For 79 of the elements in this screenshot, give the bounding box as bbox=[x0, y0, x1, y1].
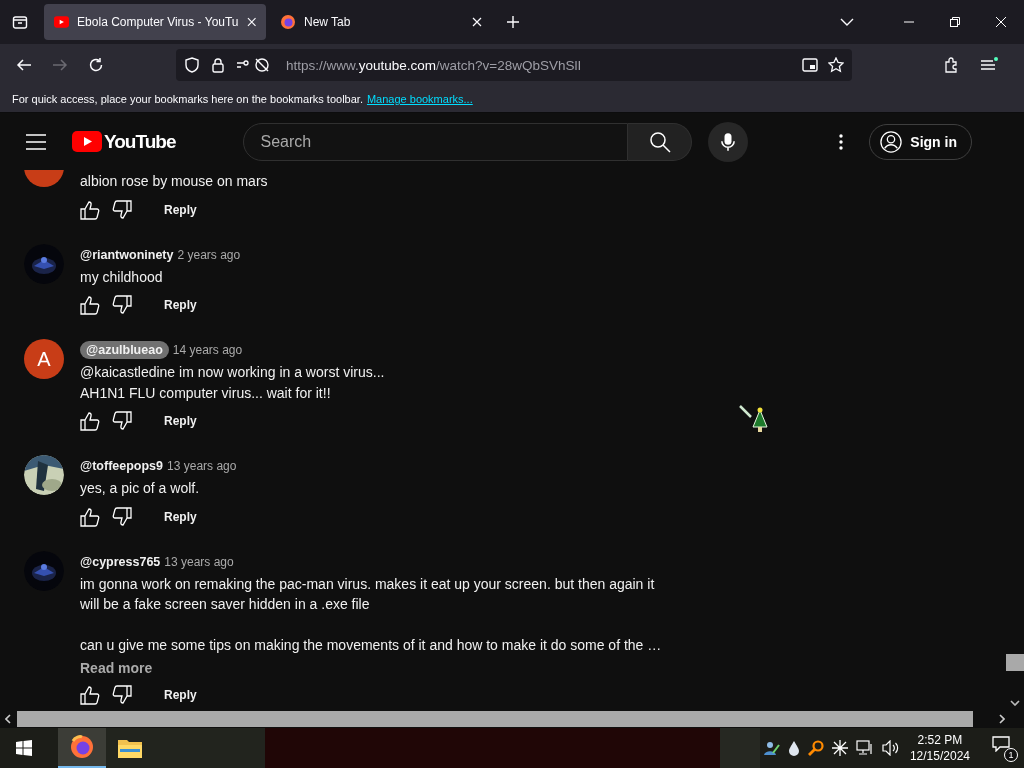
shield-icon[interactable] bbox=[184, 57, 200, 73]
volume-icon[interactable] bbox=[881, 740, 900, 756]
taskbar-clock[interactable]: 2:52 PM 12/15/2024 bbox=[909, 732, 970, 764]
menu-icon[interactable] bbox=[980, 57, 998, 73]
windows-start-icon[interactable] bbox=[16, 740, 32, 756]
extensions-icon[interactable] bbox=[944, 57, 960, 73]
person-icon bbox=[880, 130, 903, 153]
scroll-right-icon[interactable] bbox=[999, 714, 1005, 724]
back-icon[interactable] bbox=[16, 57, 32, 73]
browser-tab[interactable]: Ebola Computer Virus - YouTu bbox=[44, 4, 266, 40]
reply-button[interactable]: Reply bbox=[160, 294, 201, 316]
comment-time[interactable]: 13 years ago bbox=[167, 459, 237, 473]
browser-tab[interactable]: New Tab bbox=[270, 4, 492, 40]
play-logo-icon bbox=[54, 16, 70, 28]
new-tab-icon[interactable] bbox=[506, 15, 520, 29]
search-button[interactable] bbox=[628, 122, 693, 161]
comment-author[interactable]: @toffeepops9 bbox=[80, 458, 164, 474]
thumbs-down-icon[interactable] bbox=[112, 199, 132, 220]
search-field[interactable]: Search bbox=[243, 122, 629, 161]
restore-icon[interactable] bbox=[950, 17, 960, 27]
thumbs-up-icon[interactable] bbox=[80, 684, 100, 705]
magnifier-icon[interactable] bbox=[807, 740, 824, 756]
thumbs-down-icon[interactable] bbox=[112, 684, 132, 705]
more-icon[interactable] bbox=[839, 133, 844, 150]
comment-text: @kaicastledine im now working in a worst virus... AH1N1 FLU computer virus... wait for it!! bbox=[80, 363, 385, 403]
comment-author[interactable]: @cypress765 bbox=[80, 553, 161, 570]
permissions-icon[interactable] bbox=[236, 57, 270, 73]
comment-text: yes, a pic of a wolf. bbox=[80, 479, 201, 498]
comment-time[interactable]: 13 years ago bbox=[164, 554, 234, 569]
reply-button[interactable]: Reply bbox=[160, 505, 201, 528]
scrollbar-thumb[interactable] bbox=[1006, 654, 1024, 672]
thumbs-down-icon[interactable] bbox=[112, 295, 132, 315]
reply-button[interactable]: Reply bbox=[160, 410, 201, 432]
comment-author[interactable]: @riantwoninety bbox=[80, 246, 174, 263]
firefox-icon bbox=[280, 14, 296, 30]
microphone-icon bbox=[721, 132, 736, 151]
close-icon[interactable] bbox=[996, 17, 1006, 27]
comment-time[interactable]: 2 years ago bbox=[177, 247, 241, 262]
scrollbar-thumb[interactable] bbox=[17, 711, 973, 727]
tab-list-icon[interactable] bbox=[12, 14, 28, 30]
firefox-icon bbox=[70, 735, 94, 759]
read-more-link[interactable]: Read more bbox=[80, 659, 153, 676]
avatar[interactable]: A bbox=[24, 339, 64, 379]
thumbs-up-icon[interactable] bbox=[80, 411, 100, 431]
folder-icon bbox=[118, 738, 142, 758]
close-icon[interactable] bbox=[472, 17, 482, 27]
comment-time[interactable]: 14 years ago bbox=[172, 343, 243, 357]
comment-text: my childhood bbox=[80, 267, 164, 287]
thumbs-down-icon[interactable] bbox=[112, 506, 132, 527]
network-icon[interactable] bbox=[855, 740, 874, 756]
youtube-logo[interactable]: YouTube bbox=[72, 130, 176, 153]
comment-author[interactable]: @azulblueao bbox=[80, 341, 169, 359]
notifications-button[interactable]: 1 bbox=[992, 736, 1016, 760]
thumbs-up-icon[interactable] bbox=[80, 506, 100, 527]
menu-icon[interactable] bbox=[26, 133, 46, 150]
scroll-down-icon[interactable] bbox=[1010, 700, 1020, 706]
reply-button[interactable]: Reply bbox=[160, 198, 201, 221]
snowflake-icon[interactable] bbox=[831, 740, 848, 756]
forward-icon bbox=[52, 57, 68, 73]
comment-text: albion rose by mouse on mars bbox=[80, 172, 268, 191]
star-icon[interactable] bbox=[828, 57, 844, 73]
thumbs-up-icon[interactable] bbox=[80, 199, 100, 220]
lock-icon[interactable] bbox=[210, 57, 226, 73]
close-icon[interactable] bbox=[246, 17, 256, 27]
picture-in-picture-icon[interactable] bbox=[802, 57, 818, 73]
chevron-down-icon[interactable] bbox=[840, 18, 854, 26]
chat-icon bbox=[992, 736, 1010, 752]
bookmarks-hint: For quick access, place your bookmarks here on the bookmarks toolbar. bbox=[12, 93, 363, 105]
taskbar-app[interactable] bbox=[58, 728, 106, 768]
thumbs-down-icon[interactable] bbox=[112, 411, 132, 431]
thumbs-up-icon[interactable] bbox=[80, 295, 100, 315]
reply-button[interactable]: Reply bbox=[160, 683, 201, 706]
reload-icon[interactable] bbox=[88, 57, 104, 73]
people-icon[interactable] bbox=[763, 740, 780, 756]
manage-bookmarks-link[interactable]: Manage bookmarks... bbox=[366, 93, 473, 105]
search-icon bbox=[648, 130, 671, 153]
drop-icon[interactable] bbox=[787, 740, 800, 756]
comment-text: im gonna work on remaking the pac-man virus. makes it eat up your screen. but then again it will be a fake screen saver hidden in a .exe file can u give me some tips on making the movements of it and how to make it do some of the … bbox=[80, 574, 662, 655]
scroll-left-icon[interactable] bbox=[5, 714, 11, 724]
